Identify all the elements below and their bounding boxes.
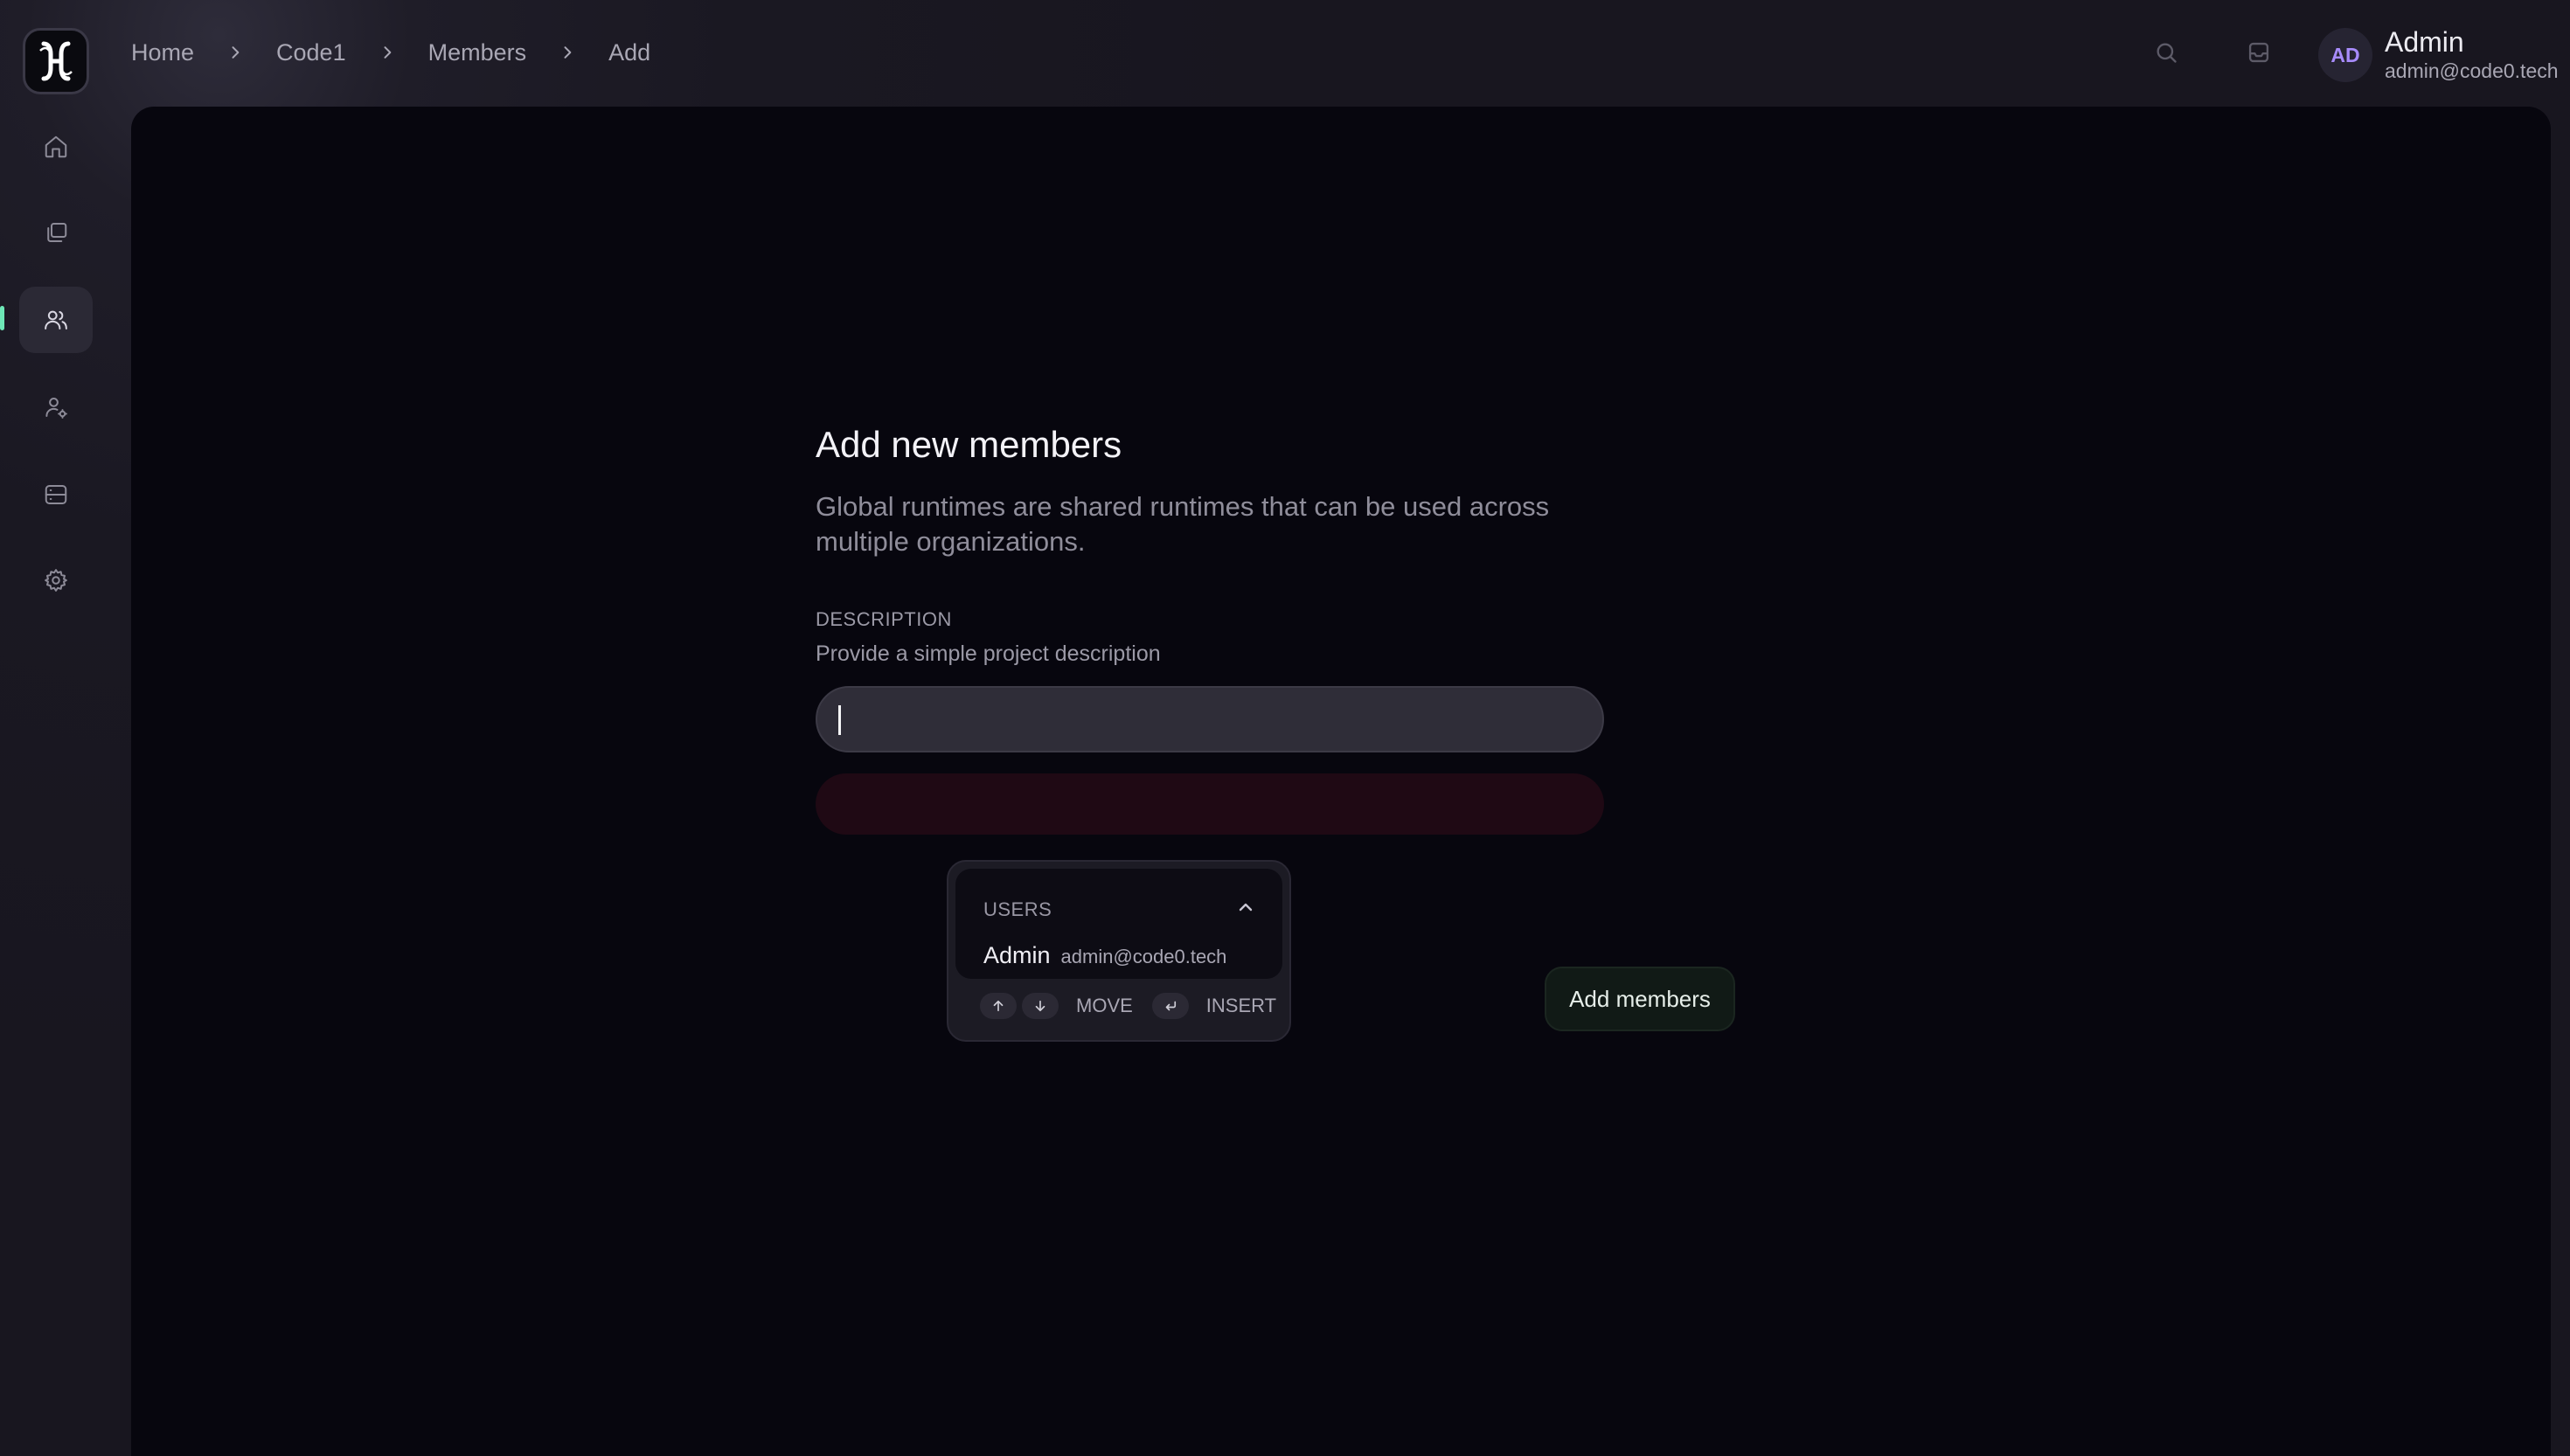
- user-name: Admin: [2385, 26, 2464, 58]
- chevron-right-icon: [376, 41, 399, 64]
- user-email: admin@code0.tech: [2385, 59, 2559, 82]
- server-icon: [45, 485, 67, 504]
- collapse-section-button[interactable]: [1235, 897, 1256, 918]
- add-members-button[interactable]: Add members: [1545, 967, 1735, 1031]
- members-search-input[interactable]: [816, 686, 1604, 753]
- app-logo[interactable]: [23, 28, 89, 94]
- sidebar-item-members[interactable]: [19, 287, 93, 353]
- page-subtitle: Global runtimes are shared runtimes that…: [816, 491, 1550, 558]
- chevron-right-icon: [556, 41, 579, 64]
- breadcrumb: Home Code1 Members Add: [131, 35, 650, 70]
- list-item[interactable]: Admin admin@code0.tech: [983, 942, 1226, 969]
- user-gear-icon: [45, 398, 67, 419]
- enter-icon: [1165, 1001, 1176, 1011]
- section-label: USERS: [983, 898, 1052, 920]
- sidebar: [0, 0, 131, 1456]
- app-root: Home Code1 Members Add AD Admin admin@co…: [0, 0, 2570, 1456]
- inbox-icon: [2248, 42, 2269, 63]
- keyboard-hints: MOVE INSERT: [980, 993, 1290, 1019]
- arrow-down-icon: [1035, 1000, 1045, 1012]
- breadcrumb-current: Add: [608, 38, 651, 66]
- page-title: Add new members: [816, 424, 1122, 465]
- suggestion-email: admin@code0.tech: [1060, 946, 1227, 967]
- gear-icon: [45, 569, 67, 592]
- sidebar-item-projects[interactable]: [19, 199, 93, 266]
- sidebar-item-home[interactable]: [19, 114, 93, 180]
- users-icon: [45, 310, 67, 329]
- chevron-right-icon: [224, 41, 247, 64]
- search-icon: [2157, 43, 2177, 63]
- folders-icon: [47, 223, 67, 242]
- text-caret: [838, 705, 841, 736]
- add-members-form: Add new members Global runtimes are shar…: [816, 423, 1604, 835]
- sidebar-item-servers[interactable]: [19, 461, 93, 528]
- breadcrumb-members[interactable]: Members: [428, 39, 527, 66]
- suggestions-list: USERS Admin admin@code0.tech: [955, 869, 1282, 979]
- suggestion-name: Admin: [983, 942, 1051, 968]
- sidebar-item-user-settings[interactable]: [19, 374, 93, 440]
- insert-hint-label: INSERT: [1205, 995, 1277, 1016]
- home-icon: [45, 135, 67, 158]
- user-suggestions-dropdown: USERS Admin admin@code0.tech MOVE INSERT: [947, 860, 1291, 1042]
- move-hint-label: MOVE: [1076, 995, 1133, 1016]
- search-button[interactable]: [2149, 35, 2184, 70]
- breadcrumb-home[interactable]: Home: [131, 39, 194, 66]
- arrow-up-icon: [993, 1000, 1004, 1012]
- sidebar-item-settings[interactable]: [19, 547, 93, 614]
- breadcrumb-project[interactable]: Code1: [276, 39, 346, 66]
- arrow-up-key: [980, 993, 1017, 1019]
- field-label: DESCRIPTION: [816, 608, 952, 631]
- active-nav-indicator: [0, 306, 4, 330]
- enter-key: [1151, 993, 1189, 1019]
- chevron-up-icon: [1239, 903, 1253, 912]
- field-hint: Provide a simple project description: [816, 641, 1161, 667]
- logo-icon: [39, 41, 73, 81]
- error-message-bar: [816, 773, 1604, 835]
- arrow-down-key: [1022, 993, 1059, 1019]
- avatar[interactable]: AD: [2318, 28, 2372, 82]
- inbox-button[interactable]: [2241, 35, 2276, 70]
